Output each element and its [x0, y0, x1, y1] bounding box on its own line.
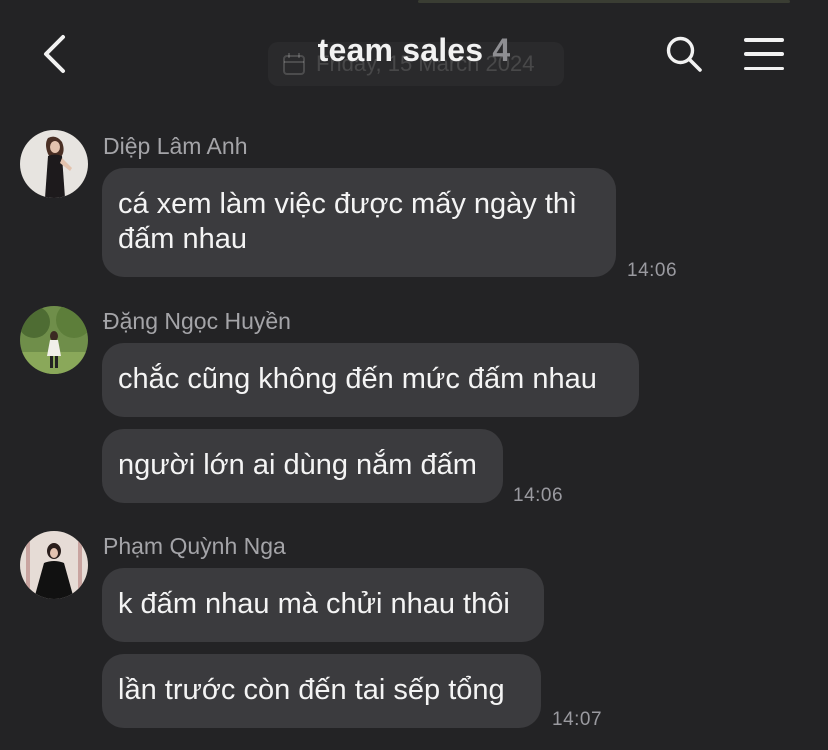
- avatar[interactable]: [20, 531, 88, 599]
- menu-icon-bar: [744, 52, 784, 56]
- message-text: người lớn ai dùng nắm đấm: [118, 449, 477, 481]
- menu-icon-bar: [744, 66, 784, 70]
- search-button[interactable]: [662, 32, 706, 76]
- top-strip: [418, 0, 790, 3]
- message-timestamp: 14:06: [513, 485, 564, 506]
- avatar-photo: [20, 531, 88, 599]
- avatar-photo: [20, 130, 88, 198]
- calendar-icon: [283, 53, 305, 75]
- message-bubble[interactable]: người lớn ai dùng nắm đấm: [102, 429, 503, 503]
- sender-name: Đặng Ngọc Huyền: [103, 308, 291, 334]
- message-text: cá xem làm việc được mấy ngày thì: [118, 188, 578, 220]
- message-text: đấm nhau: [118, 223, 247, 255]
- chevron-left-icon: [44, 35, 65, 73]
- date-chip-text: Friday, 15 March 2024: [316, 51, 535, 76]
- date-chip: Friday, 15 March 2024: [268, 42, 564, 86]
- message-timestamp: 14:07: [552, 709, 603, 730]
- back-button[interactable]: [34, 32, 74, 76]
- message-text: lần trước còn đến tai sếp tổng: [118, 674, 505, 706]
- message-bubble[interactable]: cá xem làm việc được mấy ngày thì đấm nh…: [102, 168, 616, 277]
- avatar-photo: [20, 306, 88, 374]
- sender-name: Phạm Quỳnh Nga: [103, 533, 286, 559]
- avatar[interactable]: [20, 306, 88, 374]
- message-bubble[interactable]: k đấm nhau mà chửi nhau thôi: [102, 568, 544, 642]
- message-timestamp: 14:06: [627, 260, 678, 281]
- avatar[interactable]: [20, 130, 88, 198]
- search-icon: [666, 36, 702, 72]
- sender-name: Diệp Lâm Anh: [103, 133, 248, 159]
- menu-button[interactable]: [740, 34, 788, 74]
- menu-icon-bar: [744, 38, 784, 42]
- message-bubble[interactable]: chắc cũng không đến mức đấm nhau: [102, 343, 639, 417]
- message-text: chắc cũng không đến mức đấm nhau: [118, 363, 597, 395]
- message-text: k đấm nhau mà chửi nhau thôi: [118, 588, 510, 620]
- chat-header: Friday, 15 March 2024 team sales 4: [0, 0, 828, 110]
- message-bubble[interactable]: lần trước còn đến tai sếp tổng: [102, 654, 541, 728]
